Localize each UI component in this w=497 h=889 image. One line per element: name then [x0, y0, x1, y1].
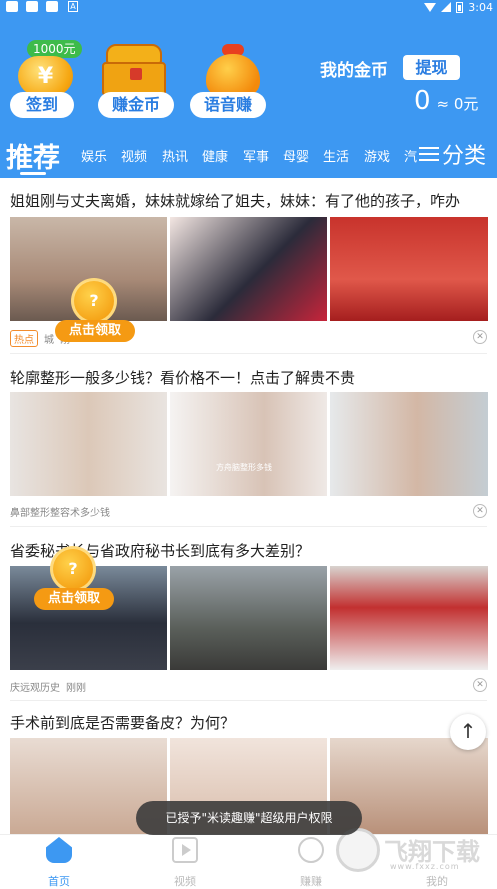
article-meta: 鼻部整形整容术多少钱 — [10, 504, 110, 519]
earn-coins-button[interactable]: 赚金币 — [98, 92, 174, 118]
tab-news[interactable]: 热讯 — [162, 146, 188, 165]
balance: 0 ≈ 0元 — [414, 86, 478, 116]
nav-label: 首页 — [48, 875, 70, 888]
active-tab-indicator — [20, 172, 46, 175]
article-image — [170, 392, 327, 496]
tab-health[interactable]: 健康 — [202, 146, 228, 165]
category-button[interactable]: 分类 — [442, 138, 486, 170]
image-caption: 方舟脑整形多钱 — [216, 463, 272, 472]
close-icon[interactable]: ✕ — [473, 504, 487, 518]
treasure-chest-icon[interactable] — [102, 44, 166, 96]
home-icon — [46, 837, 72, 863]
tab-games[interactable]: 游戏 — [364, 146, 390, 165]
article-source: 城 — [44, 335, 54, 346]
tab-video[interactable]: 视频 — [121, 146, 147, 165]
claim-coin-widget[interactable]: ? 点击领取 — [34, 546, 114, 636]
coin-icon: ? — [50, 546, 96, 592]
category-tabs: 推荐 娱乐 视频 热讯 健康 军事 母婴 生活 游戏 汽 分类 — [0, 136, 497, 178]
article-source: 鼻部整形整容术多少钱 — [10, 508, 110, 519]
claim-button[interactable]: 点击领取 — [55, 320, 135, 342]
tab-auto[interactable]: 汽 — [404, 146, 417, 165]
signin-coin-icon[interactable]: ¥ — [18, 56, 73, 96]
scroll-to-top-button[interactable]: ↑ — [450, 714, 486, 750]
money-bag-icon[interactable] — [202, 44, 264, 96]
hot-tag: 热点 — [10, 330, 38, 347]
voice-earn-button[interactable]: 语音赚 — [190, 92, 266, 118]
close-icon[interactable]: ✕ — [473, 678, 487, 692]
nav-label: 视频 — [174, 875, 196, 888]
cash-balance: ≈ 0元 — [436, 95, 479, 113]
watermark: 飞翔下载 www.fxxz.com — [336, 828, 491, 876]
close-icon[interactable]: ✕ — [473, 330, 487, 344]
tab-recommend[interactable]: 推荐 — [6, 136, 60, 175]
claim-coin-widget[interactable]: ? 点击领取 — [55, 278, 135, 368]
divider — [10, 700, 487, 701]
toast-message: 已授予"米读趣赚"超级用户权限 — [136, 801, 362, 835]
article-source: 庆远观历史 — [10, 683, 60, 694]
my-coins-label: 我的金币 — [320, 61, 388, 81]
tab-military[interactable]: 军事 — [243, 146, 269, 165]
withdraw-button[interactable]: 提现 — [403, 55, 460, 80]
article-meta: 庆远观历史 刚刚 — [10, 679, 86, 694]
earn-icon — [298, 837, 324, 863]
video-icon — [172, 837, 198, 863]
article-image — [330, 217, 488, 321]
yuan-symbol: ¥ — [37, 63, 54, 89]
status-time: 3:04 — [468, 0, 493, 14]
top-header: A 3:04 1000元 ¥ 签到 赚金币 语音赚 我的金币 提现 0 ≈ 0元… — [0, 0, 497, 178]
article-title[interactable]: 姐姐刚与丈夫离婚，妹妹就嫁给了姐夫，妹妹：有了他的孩子，咋办 — [10, 190, 460, 211]
indicator-icon: A — [68, 1, 78, 12]
coin-balance: 0 — [414, 86, 431, 116]
article-image — [10, 392, 167, 496]
notification-icon — [6, 1, 18, 12]
tab-entertainment[interactable]: 娱乐 — [81, 146, 107, 165]
article-image — [170, 566, 327, 670]
menu-icon[interactable] — [419, 145, 439, 163]
article-image — [170, 217, 327, 321]
battery-icon — [456, 1, 464, 13]
watermark-sub: www.fxxz.com — [390, 862, 460, 871]
claim-button[interactable]: 点击领取 — [34, 588, 114, 610]
article-time: 刚刚 — [66, 683, 86, 694]
signal-icon — [441, 2, 452, 12]
divider — [10, 526, 487, 527]
coin-icon: ? — [71, 278, 117, 324]
notification-icon — [26, 1, 38, 12]
wifi-icon — [424, 2, 437, 12]
signin-button[interactable]: 签到 — [10, 92, 74, 118]
nav-video[interactable]: 视频 — [150, 835, 220, 889]
tab-life[interactable]: 生活 — [323, 146, 349, 165]
tab-parenting[interactable]: 母婴 — [283, 146, 309, 165]
nav-home[interactable]: 首页 — [24, 835, 94, 889]
article-image — [330, 566, 488, 670]
status-bar: A 3:04 — [0, 0, 497, 14]
article-title[interactable]: 手术前到底是否需要备皮？为何？ — [10, 712, 235, 733]
article-image — [330, 392, 488, 496]
notification-icon — [46, 1, 58, 12]
article-title[interactable]: 轮廓整形一般多少钱？看价格不一！点击了解贵不贵 — [10, 367, 355, 388]
